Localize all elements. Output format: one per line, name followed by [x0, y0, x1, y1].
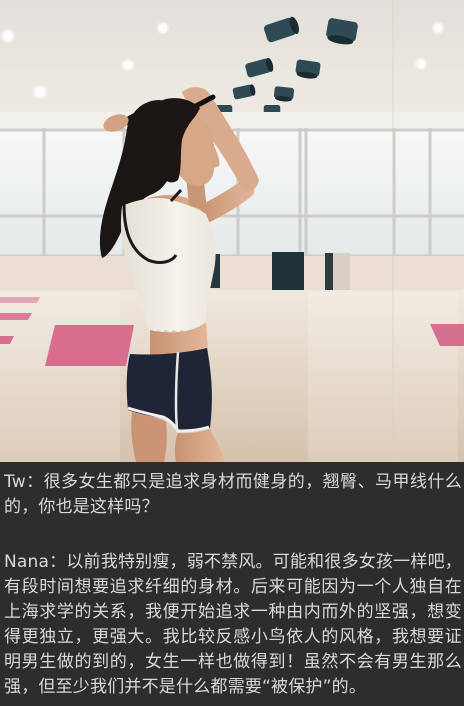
- answer-paragraph: Nana：以前我特别瘦，弱不禁风。可能和很多女孩一样吧，有段时间想要追求纤细的身…: [4, 552, 462, 697]
- article-text: Tw：很多女生都只是追求身材而健身的，翘臀、马甲线什么的，你也是这样吗？ Nan…: [0, 462, 464, 706]
- article-photo: [0, 0, 464, 462]
- wall: [0, 256, 464, 292]
- photo-scene: [0, 0, 464, 462]
- ceiling: [0, 0, 464, 120]
- speakers: [196, 252, 350, 292]
- question-paragraph: Tw：很多女生都只是追求身材而健身的，翘臀、马甲线什么的，你也是这样吗？: [4, 472, 462, 517]
